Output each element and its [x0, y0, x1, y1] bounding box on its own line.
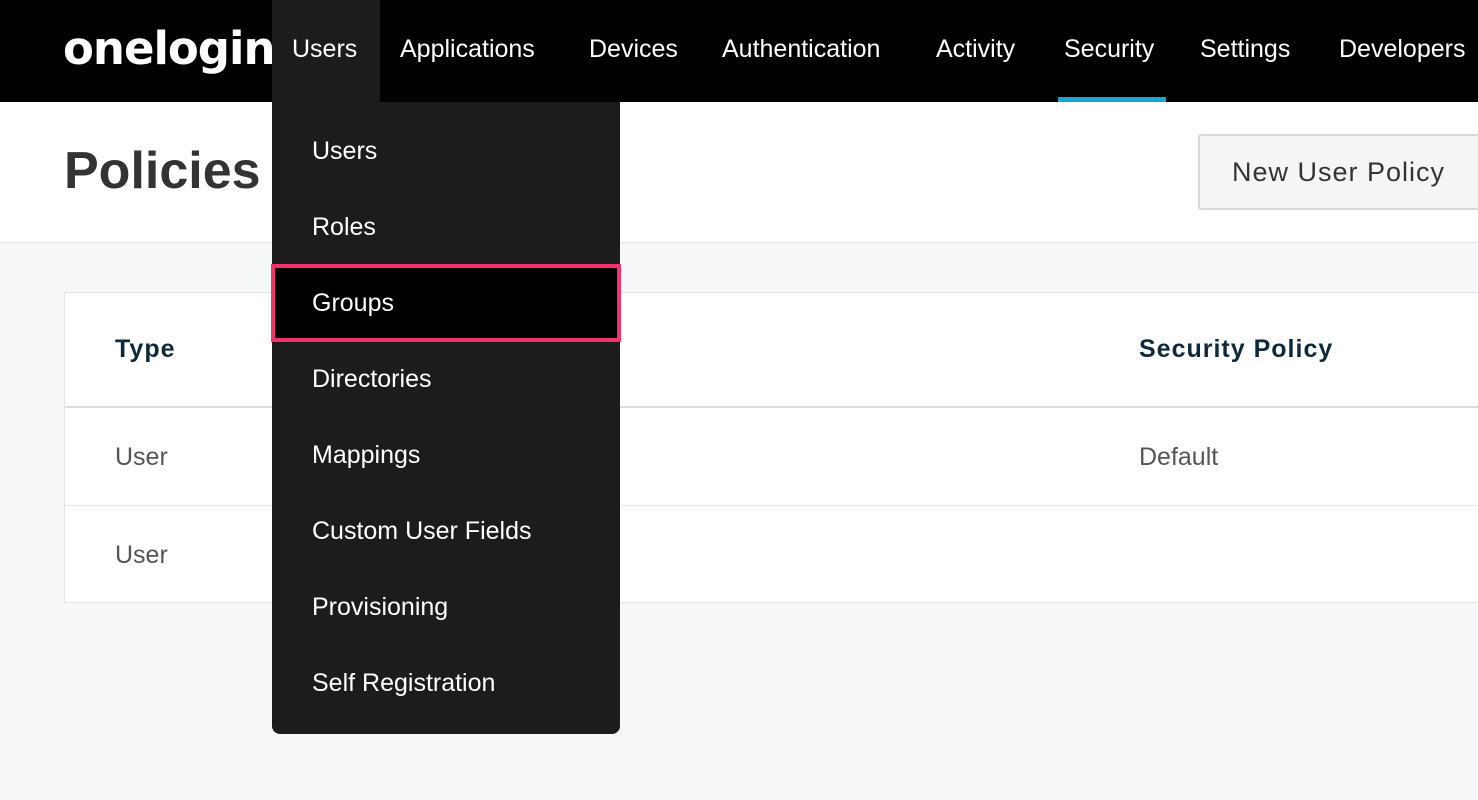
menu-item-custom-user-fields[interactable]: Custom User Fields	[272, 493, 620, 569]
top-navigation-bar: onelogin Users Applications Devices Auth…	[0, 0, 1478, 102]
nav-item-devices[interactable]: Devices	[589, 0, 678, 102]
menu-item-self-registration[interactable]: Self Registration	[272, 645, 620, 721]
nav-item-applications[interactable]: Applications	[400, 0, 535, 102]
nav-item-label: Security	[1064, 35, 1155, 63]
nav-item-users[interactable]: Users	[272, 0, 380, 102]
cell-security-policy: Default	[1139, 443, 1219, 471]
nav-item-security[interactable]: Security	[1058, 0, 1166, 102]
menu-item-users[interactable]: Users	[272, 113, 620, 189]
nav-item-label: Developers	[1339, 35, 1466, 63]
menu-item-mappings[interactable]: Mappings	[272, 417, 620, 493]
nav-item-settings[interactable]: Settings	[1200, 0, 1290, 102]
users-dropdown-menu: Users Roles Groups Directories Mappings …	[271, 102, 621, 734]
new-user-policy-button[interactable]: New User Policy	[1198, 134, 1478, 210]
menu-item-directories[interactable]: Directories	[272, 341, 620, 417]
cell-type: User	[115, 443, 168, 471]
nav-item-label: Settings	[1200, 35, 1291, 63]
page-header: Policies New User Policy	[0, 102, 1478, 243]
nav-item-label: Users	[292, 35, 358, 63]
nav-item-label: Devices	[589, 35, 678, 63]
menu-item-groups[interactable]: Groups	[271, 264, 621, 342]
nav-item-developers[interactable]: Developers	[1339, 0, 1465, 102]
column-header-security-policy[interactable]: Security Policy	[1139, 333, 1333, 365]
nav-item-label: Applications	[400, 35, 535, 63]
menu-item-roles[interactable]: Roles	[272, 189, 620, 265]
page-title: Policies	[64, 142, 261, 200]
cell-type: User	[115, 541, 168, 569]
nav-item-authentication[interactable]: Authentication	[722, 0, 880, 102]
column-header-type[interactable]: Type	[115, 333, 176, 365]
nav-item-label: Authentication	[722, 35, 881, 63]
menu-item-provisioning[interactable]: Provisioning	[272, 569, 620, 645]
nav-item-activity[interactable]: Activity	[936, 0, 1015, 102]
nav-item-label: Activity	[936, 35, 1016, 63]
onelogin-logo[interactable]: onelogin	[63, 22, 275, 76]
